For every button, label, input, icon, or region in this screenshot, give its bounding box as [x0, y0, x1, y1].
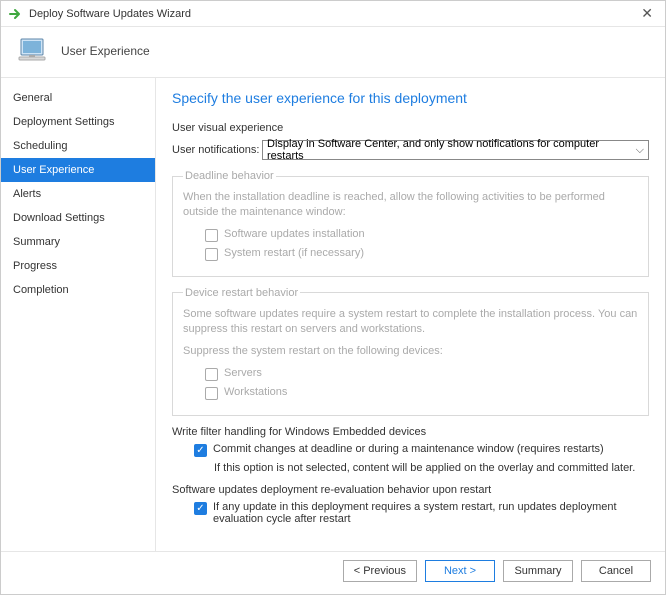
sidebar-item-deployment-settings[interactable]: Deployment Settings: [1, 110, 155, 134]
checkbox-reeval[interactable]: [194, 502, 207, 515]
next-button[interactable]: Next >: [425, 560, 495, 582]
checkbox-workstations: [205, 387, 218, 400]
embedded-note: If this option is not selected, content …: [214, 462, 649, 474]
label-servers: Servers: [224, 367, 262, 379]
label-workstations: Workstations: [224, 386, 287, 398]
sidebar-item-user-experience[interactable]: User Experience: [1, 158, 155, 182]
page-title: Specify the user experience for this dep…: [172, 90, 649, 106]
computer-icon: [15, 33, 51, 69]
embedded-title: Write filter handling for Windows Embedd…: [172, 426, 649, 438]
close-icon[interactable]: ✕: [637, 5, 657, 22]
sidebar-item-progress[interactable]: Progress: [1, 254, 155, 278]
restart-legend: Device restart behavior: [183, 287, 300, 299]
sidebar-item-download-settings[interactable]: Download Settings: [1, 206, 155, 230]
sidebar-item-alerts[interactable]: Alerts: [1, 182, 155, 206]
cancel-button[interactable]: Cancel: [581, 560, 651, 582]
sidebar-item-completion[interactable]: Completion: [1, 278, 155, 302]
restart-desc2: Suppress the system restart on the follo…: [183, 344, 638, 359]
previous-button[interactable]: < Previous: [343, 560, 417, 582]
wizard-arrow-icon: [9, 7, 23, 21]
wizard-header: User Experience: [61, 44, 150, 58]
label-commit-changes: Commit changes at deadline or during a m…: [213, 443, 604, 455]
deadline-behavior-group: Deadline behavior When the installation …: [172, 170, 649, 277]
label-system-restart: System restart (if necessary): [224, 247, 364, 259]
wizard-nav: General Deployment Settings Scheduling U…: [1, 78, 156, 551]
summary-button[interactable]: Summary: [503, 560, 573, 582]
checkbox-commit-changes[interactable]: [194, 444, 207, 457]
sidebar-item-scheduling[interactable]: Scheduling: [1, 134, 155, 158]
notifications-dropdown[interactable]: Display in Software Center, and only sho…: [262, 140, 649, 160]
sidebar-item-summary[interactable]: Summary: [1, 230, 155, 254]
deadline-desc: When the installation deadline is reache…: [183, 190, 638, 220]
checkbox-servers: [205, 368, 218, 381]
checkbox-software-updates-installation: [205, 229, 218, 242]
notifications-value: Display in Software Center, and only sho…: [267, 138, 636, 162]
label-software-updates-installation: Software updates installation: [224, 228, 365, 240]
restart-desc: Some software updates require a system r…: [183, 307, 638, 337]
checkbox-system-restart: [205, 248, 218, 261]
reeval-title: Software updates deployment re-evaluatio…: [172, 484, 649, 496]
notifications-label: User notifications:: [172, 144, 262, 156]
restart-behavior-group: Device restart behavior Some software up…: [172, 287, 649, 417]
deadline-legend: Deadline behavior: [183, 170, 276, 182]
label-reeval: If any update in this deployment require…: [213, 501, 649, 525]
sidebar-item-general[interactable]: General: [1, 86, 155, 110]
chevron-down-icon: ⌵: [636, 144, 644, 157]
visual-section-title: User visual experience: [172, 122, 649, 134]
window-title: Deploy Software Updates Wizard: [29, 8, 637, 20]
